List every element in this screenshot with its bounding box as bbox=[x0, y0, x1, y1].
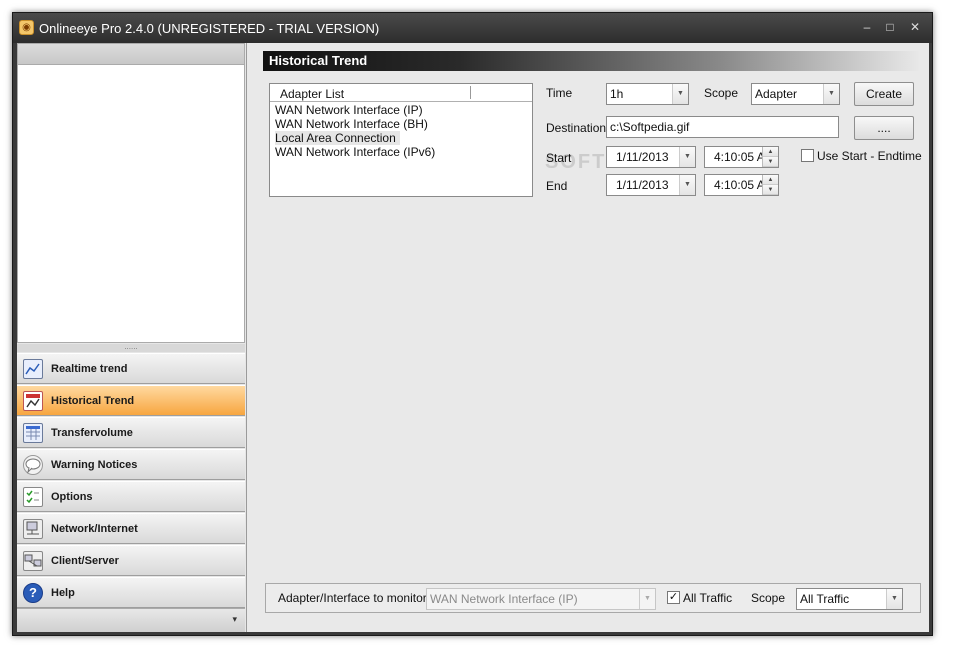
sidebar-item-options[interactable]: Options bbox=[17, 481, 245, 512]
use-start-end-checkbox[interactable] bbox=[801, 149, 814, 162]
tree-view[interactable] bbox=[17, 65, 245, 343]
start-date-value: 1/11/2013 bbox=[616, 150, 669, 164]
computers-icon bbox=[23, 551, 43, 571]
list-item[interactable]: WAN Network Interface (IP) bbox=[275, 103, 423, 117]
end-date-picker[interactable]: 1/11/2013 ▼ bbox=[606, 174, 696, 196]
chevron-down-icon[interactable]: ▼ bbox=[679, 147, 695, 167]
end-time-value: 4:10:05 A bbox=[714, 178, 765, 192]
chevron-down-icon[interactable]: ▼ bbox=[823, 84, 839, 104]
sidebar-item-network-internet[interactable]: Network/Internet bbox=[17, 513, 245, 544]
destination-label: Destination bbox=[546, 121, 607, 135]
panel-header: Historical Trend bbox=[263, 51, 919, 71]
sidebar-item-client-server[interactable]: Client/Server bbox=[17, 545, 245, 576]
sidebar-item-label: Historical Trend bbox=[51, 395, 135, 407]
column-divider[interactable] bbox=[470, 86, 471, 99]
column-header: Adapter List bbox=[280, 87, 345, 101]
bottom-scope-dropdown[interactable]: All Traffic ▼ bbox=[796, 588, 903, 610]
app-window: ◉ Onlineeye Pro 2.4.0 (UNREGISTERED - TR… bbox=[12, 12, 933, 636]
sidebar-item-label: Network/Internet bbox=[51, 523, 138, 535]
list-item[interactable]: WAN Network Interface (BH) bbox=[275, 117, 428, 131]
scope-dropdown[interactable]: Adapter ▼ bbox=[751, 83, 840, 105]
app-logo-icon: ◉ bbox=[19, 20, 34, 35]
monitor-bar: Adapter/Interface to monitor WAN Network… bbox=[265, 583, 921, 613]
chevron-down-icon[interactable]: ▾ bbox=[232, 614, 237, 625]
sidebar-item-label: Realtime trend bbox=[51, 363, 128, 375]
browse-button[interactable]: .... bbox=[854, 116, 914, 140]
chevron-down-icon[interactable]: ▼ bbox=[679, 175, 695, 195]
page-title: Historical Trend bbox=[269, 53, 368, 68]
title-bar: ◉ Onlineeye Pro 2.4.0 (UNREGISTERED - TR… bbox=[13, 13, 932, 43]
start-label: Start bbox=[546, 151, 572, 165]
list-item[interactable]: WAN Network Interface (IPv6) bbox=[275, 145, 435, 159]
client-area: ...... Realtime trend Historical Trend T… bbox=[17, 43, 929, 632]
create-button[interactable]: Create bbox=[854, 82, 914, 106]
chevron-down-icon[interactable]: ▼ bbox=[639, 589, 655, 609]
chevron-down-icon[interactable]: ▼ bbox=[672, 84, 688, 104]
calendar-grid-icon bbox=[23, 423, 43, 443]
pane-splitter[interactable]: ...... bbox=[17, 343, 245, 352]
list-item-selected[interactable]: Local Area Connection bbox=[275, 131, 400, 145]
chevron-down-icon[interactable]: ▼ bbox=[886, 589, 902, 609]
scope-label: Scope bbox=[704, 86, 739, 100]
destination-value: c:\Softpedia.gif bbox=[610, 120, 690, 134]
time-value: 1h bbox=[610, 87, 624, 101]
end-label: End bbox=[546, 179, 568, 193]
start-time-value: 4:10:05 A bbox=[714, 150, 765, 164]
sidebar-item-label: Warning Notices bbox=[51, 459, 138, 471]
adapter-monitor-value: WAN Network Interface (IP) bbox=[430, 592, 578, 606]
spin-up-icon[interactable]: ▲ bbox=[763, 147, 778, 157]
tree-header bbox=[17, 43, 245, 65]
chart-icon bbox=[23, 359, 43, 379]
help-icon: ? bbox=[23, 583, 43, 603]
all-traffic-label: All Traffic bbox=[683, 591, 733, 605]
sidebar-item-label: Client/Server bbox=[51, 555, 119, 567]
bottom-scope-label: Scope bbox=[751, 591, 786, 605]
adapter-list-header[interactable]: Adapter List bbox=[270, 84, 532, 102]
sidebar: ...... Realtime trend Historical Trend T… bbox=[17, 43, 247, 632]
start-time-spinner[interactable]: ▲ ▼ bbox=[762, 147, 778, 167]
end-time-input[interactable]: 4:10:05 A ▲ ▼ bbox=[704, 174, 779, 196]
sidebar-item-historical-trend[interactable]: Historical Trend bbox=[17, 385, 245, 416]
spin-down-icon[interactable]: ▼ bbox=[763, 185, 778, 195]
all-traffic-checkbox[interactable]: ✓ bbox=[667, 591, 680, 604]
start-date-picker[interactable]: 1/11/2013 ▼ bbox=[606, 146, 696, 168]
minimize-button[interactable]: – bbox=[858, 19, 876, 35]
adapter-monitor-label: Adapter/Interface to monitor bbox=[278, 591, 427, 605]
time-dropdown[interactable]: 1h ▼ bbox=[606, 83, 689, 105]
maximize-button[interactable]: □ bbox=[881, 19, 899, 35]
end-date-value: 1/11/2013 bbox=[616, 178, 669, 192]
time-label: Time bbox=[546, 86, 573, 100]
sidebar-item-label: Options bbox=[51, 491, 93, 503]
adapter-list[interactable]: Adapter List WAN Network Interface (IP) … bbox=[269, 83, 533, 197]
spin-down-icon[interactable]: ▼ bbox=[763, 157, 778, 167]
sidebar-footer[interactable]: ▾ bbox=[17, 608, 245, 632]
sidebar-item-help[interactable]: ? Help bbox=[17, 577, 245, 608]
scope-value: Adapter bbox=[755, 87, 798, 101]
network-icon bbox=[23, 519, 43, 539]
checklist-icon bbox=[23, 487, 43, 507]
adapter-monitor-dropdown[interactable]: WAN Network Interface (IP) ▼ bbox=[426, 588, 656, 610]
sidebar-item-realtime-trend[interactable]: Realtime trend bbox=[17, 353, 245, 384]
close-button[interactable]: ✕ bbox=[906, 19, 924, 35]
sidebar-item-warning-notices[interactable]: Warning Notices bbox=[17, 449, 245, 480]
start-time-input[interactable]: 4:10:05 A ▲ ▼ bbox=[704, 146, 779, 168]
sidebar-item-label: Help bbox=[51, 587, 75, 599]
window-title: Onlineeye Pro 2.4.0 (UNREGISTERED - TRIA… bbox=[39, 21, 380, 36]
end-time-spinner[interactable]: ▲ ▼ bbox=[762, 175, 778, 195]
spin-up-icon[interactable]: ▲ bbox=[763, 175, 778, 185]
bottom-scope-value: All Traffic bbox=[800, 592, 850, 606]
history-chart-icon bbox=[23, 391, 43, 411]
sidebar-item-transfervolume[interactable]: Transfervolume bbox=[17, 417, 245, 448]
sidebar-item-label: Transfervolume bbox=[51, 427, 133, 439]
destination-input[interactable]: c:\Softpedia.gif bbox=[606, 116, 839, 138]
use-start-end-label: Use Start - Endtime bbox=[817, 149, 922, 163]
main-panel: Historical Trend Adapter List WAN Networ… bbox=[263, 43, 929, 632]
speech-bubble-icon bbox=[23, 455, 43, 475]
